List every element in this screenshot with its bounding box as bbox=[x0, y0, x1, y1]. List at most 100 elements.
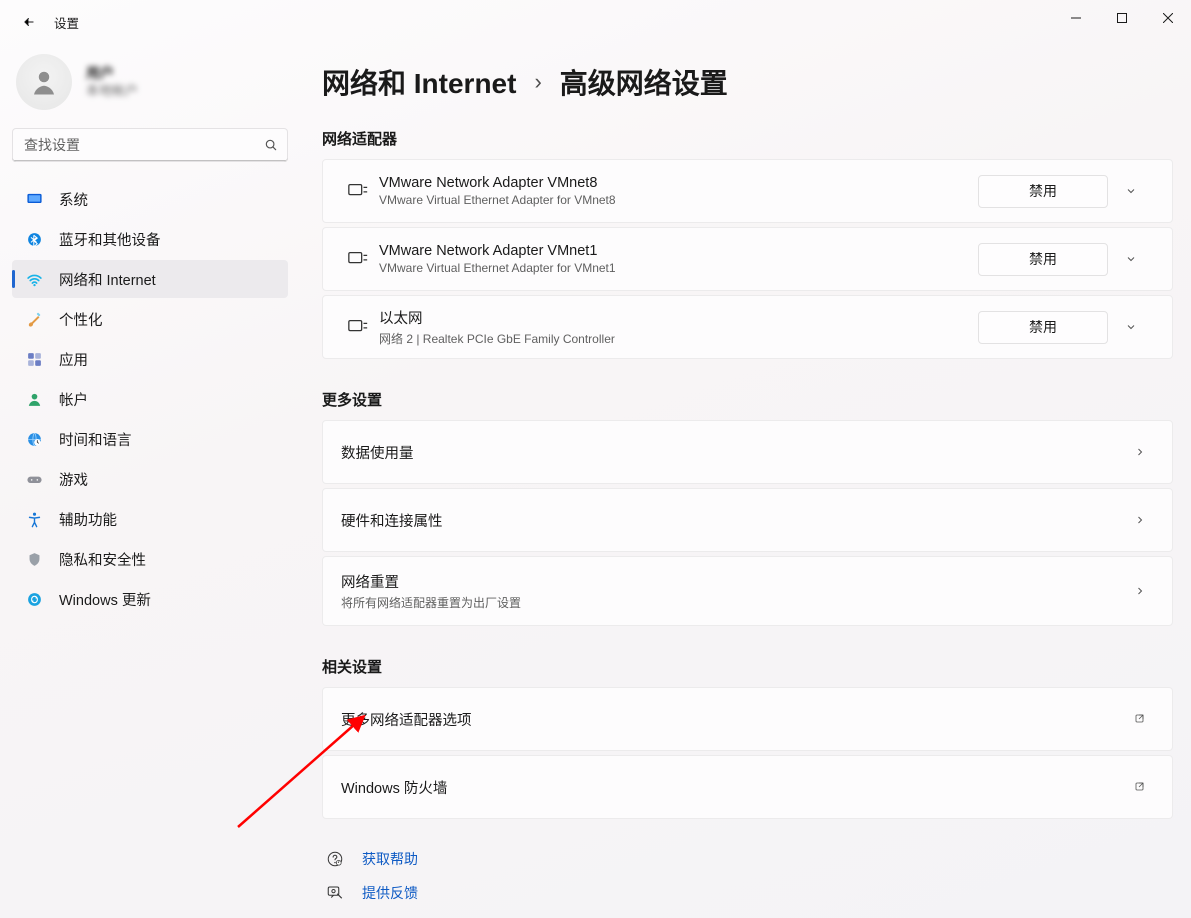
account-icon bbox=[26, 391, 43, 408]
sidebar-item-personalize[interactable]: 个性化 bbox=[12, 300, 288, 338]
chevron-right-icon: › bbox=[534, 69, 541, 95]
row-title: 网络重置 bbox=[341, 571, 1126, 592]
person-icon bbox=[29, 67, 59, 97]
back-button[interactable] bbox=[14, 7, 44, 37]
sidebar: 用户 本地帐户 系统 蓝牙和其他设备 bbox=[0, 44, 300, 918]
maximize-icon bbox=[1117, 13, 1127, 23]
adapter-title: VMware Network Adapter VMnet8 bbox=[379, 175, 978, 191]
user-block[interactable]: 用户 本地帐户 bbox=[12, 50, 288, 128]
sidebar-item-bluetooth[interactable]: 蓝牙和其他设备 bbox=[12, 220, 288, 258]
row-title: Windows 防火墙 bbox=[341, 777, 1126, 798]
minimize-button[interactable] bbox=[1053, 0, 1099, 36]
open-external-icon bbox=[1126, 713, 1154, 725]
related-row-more-adapters[interactable]: 更多网络适配器选项 bbox=[322, 687, 1173, 751]
settings-row-hardware[interactable]: 硬件和连接属性 bbox=[322, 488, 1173, 552]
sidebar-item-privacy[interactable]: 隐私和安全性 bbox=[12, 540, 288, 578]
sidebar-item-gaming[interactable]: 游戏 bbox=[12, 460, 288, 498]
row-title: 数据使用量 bbox=[341, 442, 1126, 463]
adapter-title: VMware Network Adapter VMnet1 bbox=[379, 243, 978, 259]
user-name: 用户 bbox=[86, 64, 138, 82]
globe-icon bbox=[26, 431, 43, 448]
section-title-related: 相关设置 bbox=[322, 656, 1173, 677]
adapter-list: VMware Network Adapter VMnet8 VMware Vir… bbox=[322, 159, 1173, 359]
footer-links: 获取帮助 提供反馈 bbox=[322, 849, 1173, 903]
network-card-icon bbox=[337, 316, 379, 338]
settings-row-reset[interactable]: 网络重置 将所有网络适配器重置为出厂设置 bbox=[322, 556, 1173, 626]
sidebar-item-label: 时间和语言 bbox=[59, 429, 132, 450]
close-button[interactable] bbox=[1145, 0, 1191, 36]
more-settings-list: 数据使用量 硬件和连接属性 网络重置 将所有网络适配器重置为出厂设置 bbox=[322, 420, 1173, 626]
titlebar: 设置 bbox=[0, 0, 1191, 44]
sidebar-item-label: 应用 bbox=[59, 349, 88, 370]
feedback-label: 提供反馈 bbox=[362, 883, 418, 903]
sidebar-item-label: 辅助功能 bbox=[59, 509, 117, 530]
chevron-right-icon bbox=[1126, 585, 1154, 597]
accessibility-icon bbox=[26, 511, 43, 528]
sidebar-item-accessibility[interactable]: 辅助功能 bbox=[12, 500, 288, 538]
window-title: 设置 bbox=[54, 13, 79, 32]
breadcrumb-current: 高级网络设置 bbox=[560, 62, 728, 102]
related-row-firewall[interactable]: Windows 防火墙 bbox=[322, 755, 1173, 819]
adapter-subtitle: VMware Virtual Ethernet Adapter for VMne… bbox=[379, 193, 978, 207]
user-text: 用户 本地帐户 bbox=[86, 64, 138, 99]
expand-button[interactable] bbox=[1108, 185, 1154, 197]
sidebar-item-apps[interactable]: 应用 bbox=[12, 340, 288, 378]
sidebar-item-time[interactable]: 时间和语言 bbox=[12, 420, 288, 458]
adapter-row[interactable]: 以太网 网络 2 | Realtek PCIe GbE Family Contr… bbox=[322, 295, 1173, 359]
section-title-more: 更多设置 bbox=[322, 389, 1173, 410]
disable-button[interactable]: 禁用 bbox=[978, 175, 1108, 208]
expand-button[interactable] bbox=[1108, 253, 1154, 265]
gamepad-icon bbox=[26, 471, 43, 488]
sidebar-item-network[interactable]: 网络和 Internet bbox=[12, 260, 288, 298]
sidebar-item-label: 个性化 bbox=[59, 309, 103, 330]
adapter-row[interactable]: VMware Network Adapter VMnet8 VMware Vir… bbox=[322, 159, 1173, 223]
maximize-button[interactable] bbox=[1099, 0, 1145, 36]
help-icon bbox=[326, 850, 344, 868]
main: 网络和 Internet › 高级网络设置 网络适配器 VMware Netwo… bbox=[300, 44, 1191, 918]
user-sub: 本地帐户 bbox=[86, 83, 138, 100]
search-wrap bbox=[12, 128, 288, 162]
sidebar-item-accounts[interactable]: 帐户 bbox=[12, 380, 288, 418]
expand-button[interactable] bbox=[1108, 321, 1154, 333]
sidebar-item-update[interactable]: Windows 更新 bbox=[12, 580, 288, 618]
sidebar-item-label: Windows 更新 bbox=[59, 589, 151, 610]
feedback-link[interactable]: 提供反馈 bbox=[326, 883, 1173, 903]
bluetooth-icon bbox=[26, 231, 43, 248]
feedback-icon bbox=[326, 884, 344, 902]
disable-button[interactable]: 禁用 bbox=[978, 311, 1108, 344]
sidebar-item-label: 隐私和安全性 bbox=[59, 549, 146, 570]
sidebar-item-label: 系统 bbox=[59, 189, 88, 210]
chevron-right-icon bbox=[1126, 446, 1154, 458]
breadcrumb-parent[interactable]: 网络和 Internet bbox=[322, 62, 516, 102]
open-external-icon bbox=[1126, 781, 1154, 793]
nav: 系统 蓝牙和其他设备 网络和 Internet 个性化 bbox=[12, 180, 288, 618]
minimize-icon bbox=[1071, 13, 1081, 23]
close-icon bbox=[1163, 13, 1173, 23]
sidebar-item-label: 游戏 bbox=[59, 469, 88, 490]
wifi-icon bbox=[26, 271, 43, 288]
network-card-icon bbox=[337, 248, 379, 270]
update-icon bbox=[26, 591, 43, 608]
help-link[interactable]: 获取帮助 bbox=[326, 849, 1173, 869]
window-controls bbox=[1053, 0, 1191, 36]
related-list: 更多网络适配器选项 Windows 防火墙 bbox=[322, 687, 1173, 819]
system-icon bbox=[26, 191, 43, 208]
adapter-row[interactable]: VMware Network Adapter VMnet1 VMware Vir… bbox=[322, 227, 1173, 291]
sidebar-item-system[interactable]: 系统 bbox=[12, 180, 288, 218]
section-title-adapters: 网络适配器 bbox=[322, 128, 1173, 149]
settings-row-data-usage[interactable]: 数据使用量 bbox=[322, 420, 1173, 484]
adapter-subtitle: VMware Virtual Ethernet Adapter for VMne… bbox=[379, 261, 978, 275]
sidebar-item-label: 蓝牙和其他设备 bbox=[59, 229, 161, 250]
row-subtitle: 将所有网络适配器重置为出厂设置 bbox=[341, 594, 1126, 611]
brush-icon bbox=[26, 311, 43, 328]
adapter-title: 以太网 bbox=[379, 307, 978, 328]
help-label: 获取帮助 bbox=[362, 849, 418, 869]
adapter-subtitle: 网络 2 | Realtek PCIe GbE Family Controlle… bbox=[379, 330, 978, 347]
search-input[interactable] bbox=[12, 128, 288, 162]
arrow-left-icon bbox=[22, 15, 36, 29]
row-title: 硬件和连接属性 bbox=[341, 510, 1126, 531]
search-icon bbox=[264, 138, 278, 152]
disable-button[interactable]: 禁用 bbox=[978, 243, 1108, 276]
breadcrumb: 网络和 Internet › 高级网络设置 bbox=[322, 54, 1173, 128]
shield-icon bbox=[26, 551, 43, 568]
